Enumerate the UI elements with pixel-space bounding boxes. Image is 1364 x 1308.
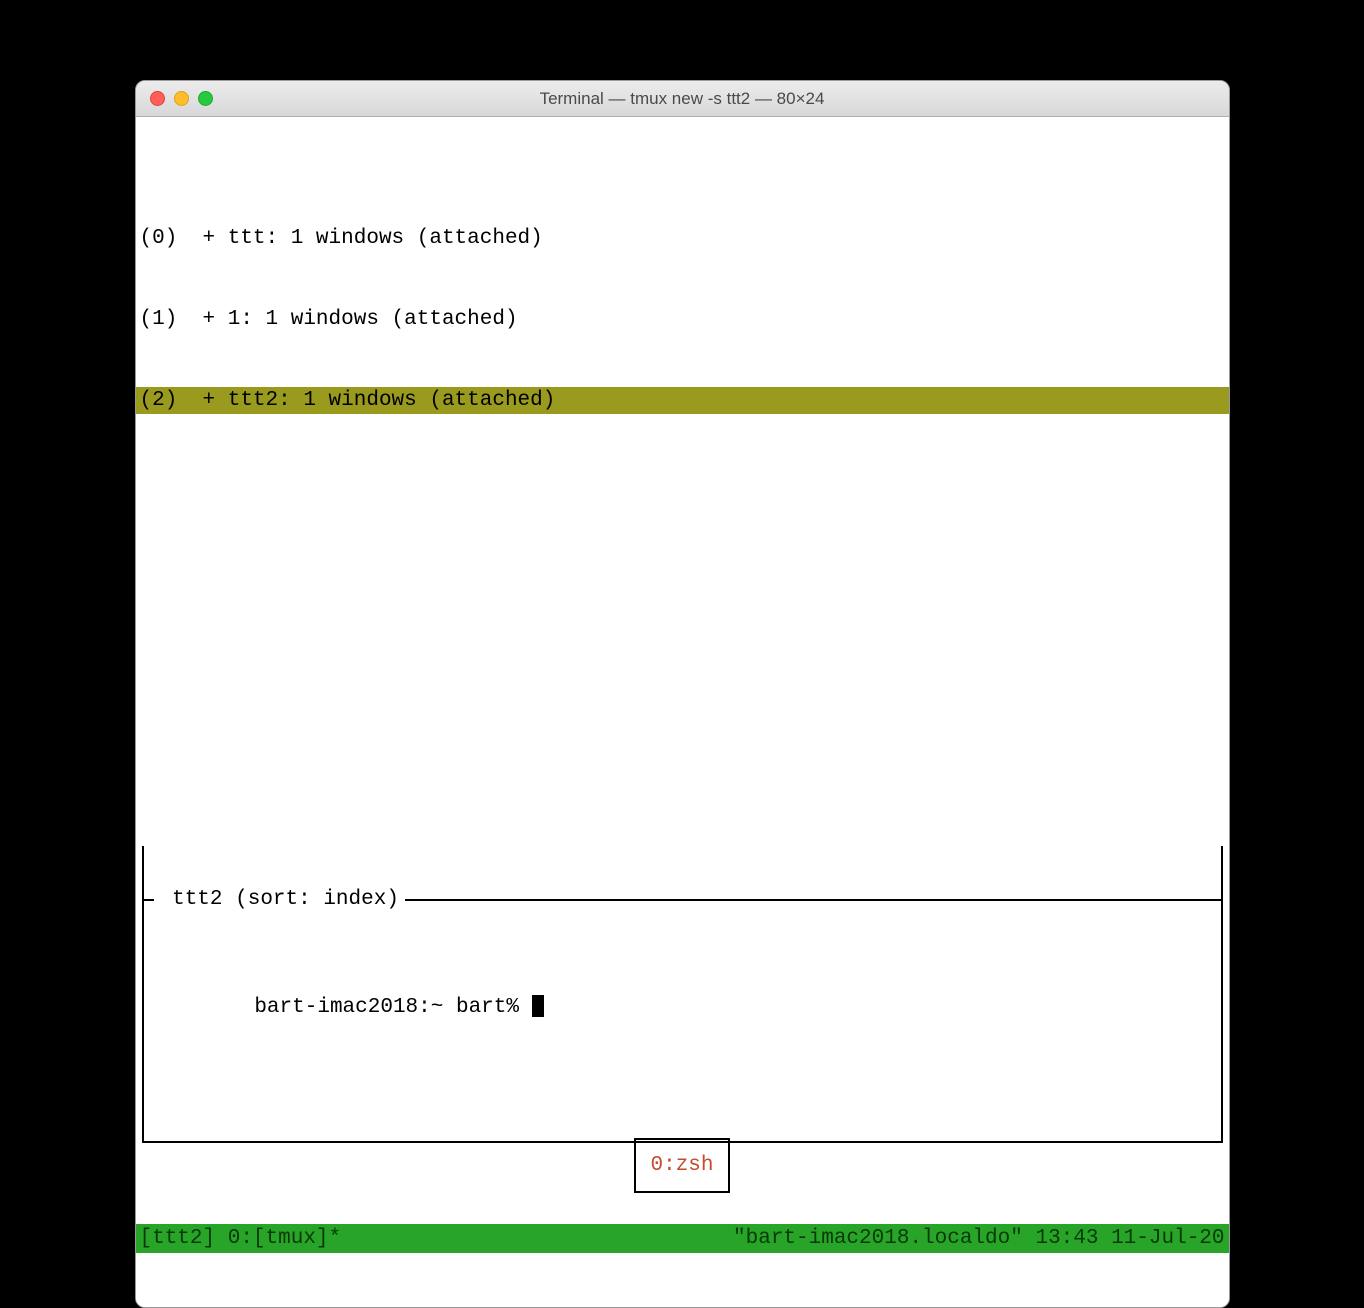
shell-prompt: bart-imac2018:~ bart% <box>254 996 531 1019</box>
session-list: (0) + ttt: 1 windows (attached) (1) + 1:… <box>136 171 1229 468</box>
terminal-body[interactable]: (0) + ttt: 1 windows (attached) (1) + 1:… <box>136 117 1229 1307</box>
close-icon[interactable] <box>150 91 165 106</box>
titlebar[interactable]: Terminal — tmux new -s ttt2 — 80×24 <box>136 81 1229 117</box>
minimize-icon[interactable] <box>174 91 189 106</box>
preview-frame-top: ttt2 (sort: index) <box>144 886 1221 913</box>
preview-pane: ttt2 (sort: index) bart-imac2018:~ bart%… <box>142 846 1223 1143</box>
cursor-icon <box>532 995 544 1017</box>
frame-corner-left <box>144 899 154 901</box>
terminal-window: Terminal — tmux new -s ttt2 — 80×24 (0) … <box>135 80 1230 1308</box>
frame-horizontal-rule <box>405 899 1221 901</box>
window-title: Terminal — tmux new -s ttt2 — 80×24 <box>136 89 1229 109</box>
traffic-lights <box>150 91 213 106</box>
preview-content: bart-imac2018:~ bart% 0:zsh <box>144 967 1221 1247</box>
blank-area <box>136 549 1229 765</box>
session-item[interactable]: (1) + 1: 1 windows (attached) <box>136 306 1229 333</box>
session-item-selected[interactable]: (2) + ttt2: 1 windows (attached) <box>136 387 1229 414</box>
window-badge[interactable]: 0:zsh <box>634 1138 729 1193</box>
window-badge-wrap: 0:zsh <box>154 1138 1211 1193</box>
session-item[interactable]: (0) + ttt: 1 windows (attached) <box>136 225 1229 252</box>
preview-frame-label: ttt2 (sort: index) <box>154 886 405 913</box>
maximize-icon[interactable] <box>198 91 213 106</box>
